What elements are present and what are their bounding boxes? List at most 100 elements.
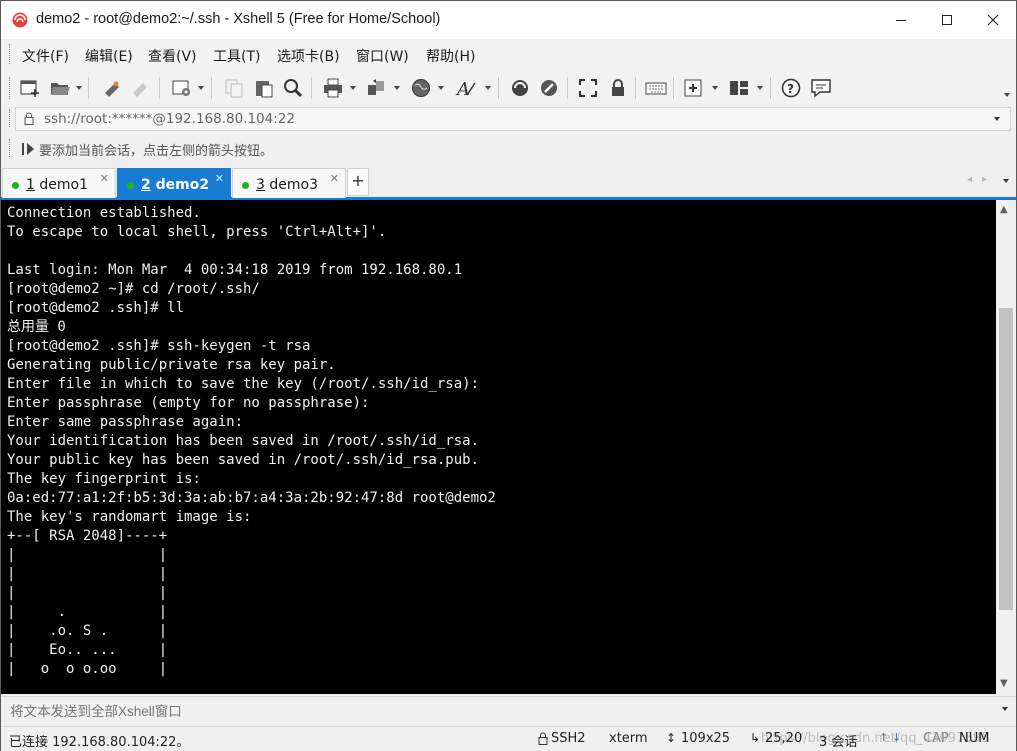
tab-demo1[interactable]: 1 demo1 ✕ — [2, 168, 116, 198]
menu-window[interactable]: 窗口(W) — [356, 46, 409, 66]
copy-icon[interactable] — [223, 77, 245, 99]
xshell-window: demo2 - root@demo2:~/.ssh - Xshell 5 (Fr… — [0, 0, 1017, 751]
menu-tabs[interactable]: 选项卡(B) — [277, 46, 340, 66]
reconnect-icon[interactable] — [101, 77, 123, 99]
toolbar-separator — [567, 77, 568, 99]
address-grip[interactable] — [9, 109, 13, 127]
hint-grip[interactable] — [9, 139, 13, 157]
menu-help[interactable]: 帮助(H) — [426, 46, 475, 66]
add-tab-button[interactable]: + — [347, 168, 369, 196]
find-icon[interactable] — [282, 77, 304, 99]
chat-icon[interactable] — [810, 77, 832, 99]
menu-file[interactable]: 文件(F) — [22, 46, 69, 66]
toolbar-separator — [635, 77, 636, 99]
add-session-arrow-icon[interactable] — [20, 141, 36, 157]
layout-dropdown-arrow[interactable] — [757, 86, 763, 90]
properties-icon[interactable] — [171, 77, 193, 99]
globe-icon[interactable] — [410, 77, 432, 99]
open-dropdown-arrow[interactable] — [76, 86, 82, 90]
cursor-position-icon: ↳ — [750, 731, 761, 745]
tab-close-icon[interactable]: ✕ — [100, 172, 109, 185]
scroll-down-icon[interactable]: ▼ — [1000, 678, 1008, 689]
menu-tools[interactable]: 工具(T) — [213, 46, 260, 66]
send-to-all-input[interactable] — [1, 697, 996, 725]
fullscreen-icon[interactable] — [577, 77, 599, 99]
num-lock-status: NUM — [959, 731, 990, 746]
window-title: demo2 - root@demo2:~/.ssh - Xshell 5 (Fr… — [36, 11, 441, 27]
menu-grip[interactable] — [9, 44, 13, 64]
hint-text: 要添加当前会话，点击左侧的箭头按钮。 — [39, 144, 274, 159]
address-value: ssh://root:******@192.168.80.104:22 — [44, 111, 295, 127]
menu-view[interactable]: 查看(V) — [148, 46, 197, 66]
print-icon[interactable] — [322, 77, 344, 99]
secure-lock-icon — [538, 732, 548, 745]
terminal-size-status: 109x25 — [681, 731, 731, 746]
plus-icon: + — [351, 171, 365, 190]
tab-list-dropdown-arrow[interactable] — [1003, 179, 1009, 183]
tab-scroll-left-icon[interactable]: ◂ — [967, 174, 972, 185]
maximize-button[interactable] — [924, 1, 970, 39]
scrollbar-thumb[interactable] — [999, 308, 1013, 610]
tab-close-icon[interactable]: ✕ — [215, 172, 224, 185]
menu-edit[interactable]: 编辑(E) — [85, 46, 133, 66]
upload-arrow-icon: ↑ — [879, 731, 889, 744]
address-bar: ssh://root:******@192.168.80.104:22 — [1, 105, 1016, 132]
tab-label: 1 demo1 — [26, 177, 88, 193]
caps-lock-status: CAP — [923, 731, 949, 746]
new-tab-icon[interactable] — [683, 77, 705, 99]
toolbar-grip[interactable] — [9, 77, 13, 99]
xftp-icon[interactable] — [509, 77, 531, 99]
tab-scroll-right-icon[interactable]: ▸ — [982, 174, 987, 185]
session-tab-bar: 1 demo1 ✕ 2 demo2 ✕ 3 demo3 ✕ + ◂ ▸ — [1, 165, 1016, 200]
toolbar-separator — [211, 77, 212, 99]
font-dropdown-arrow[interactable] — [485, 86, 491, 90]
properties-dropdown-arrow[interactable] — [198, 86, 204, 90]
font-icon[interactable]: A — [455, 77, 477, 99]
address-input[interactable]: ssh://root:******@192.168.80.104:22 — [15, 107, 1011, 131]
minimize-icon — [896, 20, 906, 21]
terminal-output[interactable]: Connection established. To escape to loc… — [1, 200, 996, 694]
cursor-position-status: 25,20 — [765, 731, 803, 746]
close-button[interactable] — [970, 1, 1016, 39]
terminal-scrollbar[interactable]: ▲ ▼ — [996, 200, 1016, 694]
help-icon[interactable]: ? — [780, 77, 802, 99]
address-dropdown-arrow[interactable] — [994, 117, 1000, 121]
tab-close-icon[interactable]: ✕ — [330, 172, 339, 185]
transfer-icon[interactable] — [365, 77, 387, 99]
tab-demo3[interactable]: 3 demo3 ✕ — [232, 168, 346, 198]
svg-text:?: ? — [787, 82, 794, 96]
disconnect-icon[interactable] — [129, 77, 151, 99]
scroll-up-icon[interactable]: ▲ — [1000, 204, 1008, 215]
new-tab-dropdown-arrow[interactable] — [712, 86, 718, 90]
compose-dropdown-arrow[interactable] — [1002, 707, 1008, 711]
session-status-dot — [127, 182, 134, 189]
lock-icon[interactable] — [607, 77, 629, 99]
open-folder-icon[interactable] — [49, 77, 71, 99]
keyboard-icon[interactable] — [645, 77, 667, 99]
protocol-status: SSH2 — [551, 731, 586, 746]
close-icon — [987, 14, 999, 26]
menu-bar: 文件(F) 编辑(E) 查看(V) 工具(T) 选项卡(B) 窗口(W) 帮助(… — [1, 39, 1016, 69]
toolbar-separator — [770, 77, 771, 99]
compose-bar — [1, 696, 1016, 725]
toolbar-separator — [498, 77, 499, 99]
script-icon[interactable] — [538, 77, 560, 99]
layout-icon[interactable] — [728, 77, 750, 99]
new-session-icon[interactable] — [19, 77, 41, 99]
session-hint-bar: 要添加当前会话，点击左侧的箭头按钮。 — [1, 134, 1016, 164]
print-dropdown-arrow[interactable] — [350, 86, 356, 90]
tab-label: 3 demo3 — [256, 177, 318, 193]
tab-demo2[interactable]: 2 demo2 ✕ — [117, 168, 231, 198]
toolbar-separator — [159, 77, 160, 99]
download-arrow-icon: ↓ — [892, 731, 902, 744]
toolbar-overflow-arrow[interactable] — [1004, 93, 1010, 97]
terminal-type-status: xterm — [609, 731, 648, 746]
tab-label: 2 demo2 — [141, 177, 210, 193]
toolbar-separator — [88, 77, 89, 99]
paste-icon[interactable] — [253, 77, 275, 99]
title-bar: demo2 - root@demo2:~/.ssh - Xshell 5 (Fr… — [1, 1, 1016, 39]
minimize-button[interactable] — [878, 1, 924, 39]
xshell-logo-icon — [12, 12, 28, 28]
transfer-dropdown-arrow[interactable] — [394, 86, 400, 90]
globe-dropdown-arrow[interactable] — [438, 86, 444, 90]
